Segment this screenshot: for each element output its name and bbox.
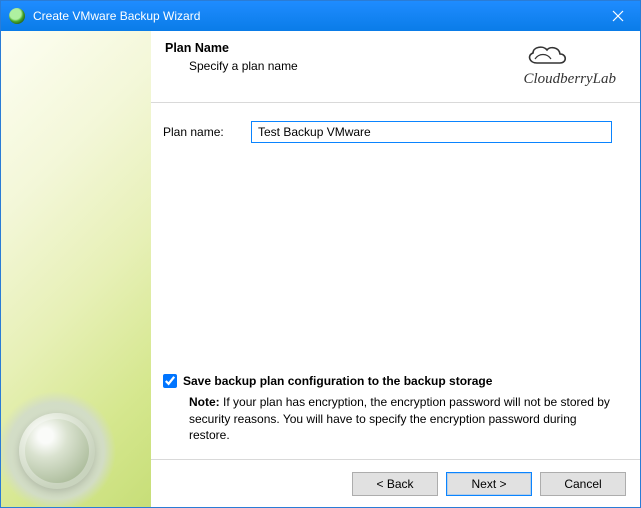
- wizard-body: Plan Name Specify a plan name Cloudberry…: [1, 31, 640, 507]
- next-button[interactable]: Next >: [446, 472, 532, 496]
- note-prefix: Note:: [189, 395, 220, 409]
- titlebar: Create VMware Backup Wizard: [1, 1, 640, 31]
- plan-name-label: Plan name:: [163, 125, 243, 139]
- save-config-note: Note: If your plan has encryption, the e…: [189, 394, 612, 443]
- footer: < Back Next > Cancel: [151, 459, 640, 507]
- save-config-label: Save backup plan configuration to the ba…: [183, 374, 492, 388]
- page-subtitle: Specify a plan name: [189, 59, 523, 73]
- save-config-block: Save backup plan configuration to the ba…: [163, 374, 612, 443]
- header: Plan Name Specify a plan name Cloudberry…: [151, 31, 640, 102]
- save-config-row[interactable]: Save backup plan configuration to the ba…: [163, 374, 612, 388]
- brand: CloudberryLab: [523, 41, 616, 88]
- cloud-icon: [523, 41, 616, 69]
- plan-name-input[interactable]: [251, 121, 612, 143]
- close-button[interactable]: [595, 1, 640, 31]
- brand-name: CloudberryLab: [523, 71, 616, 88]
- note-text: If your plan has encryption, the encrypt…: [189, 395, 610, 441]
- close-icon: [612, 10, 624, 22]
- main-panel: Plan Name Specify a plan name Cloudberry…: [151, 31, 640, 507]
- header-text: Plan Name Specify a plan name: [165, 41, 523, 73]
- wizard-window: Create VMware Backup Wizard Plan Name Sp…: [0, 0, 641, 508]
- cancel-button[interactable]: Cancel: [540, 472, 626, 496]
- window-title: Create VMware Backup Wizard: [33, 9, 595, 23]
- side-artwork: [1, 31, 151, 507]
- plan-name-row: Plan name:: [163, 121, 612, 143]
- app-icon: [9, 8, 25, 24]
- back-button[interactable]: < Back: [352, 472, 438, 496]
- content: Plan name: Save backup plan configuratio…: [151, 103, 640, 459]
- page-title: Plan Name: [165, 41, 523, 55]
- save-config-checkbox[interactable]: [163, 374, 177, 388]
